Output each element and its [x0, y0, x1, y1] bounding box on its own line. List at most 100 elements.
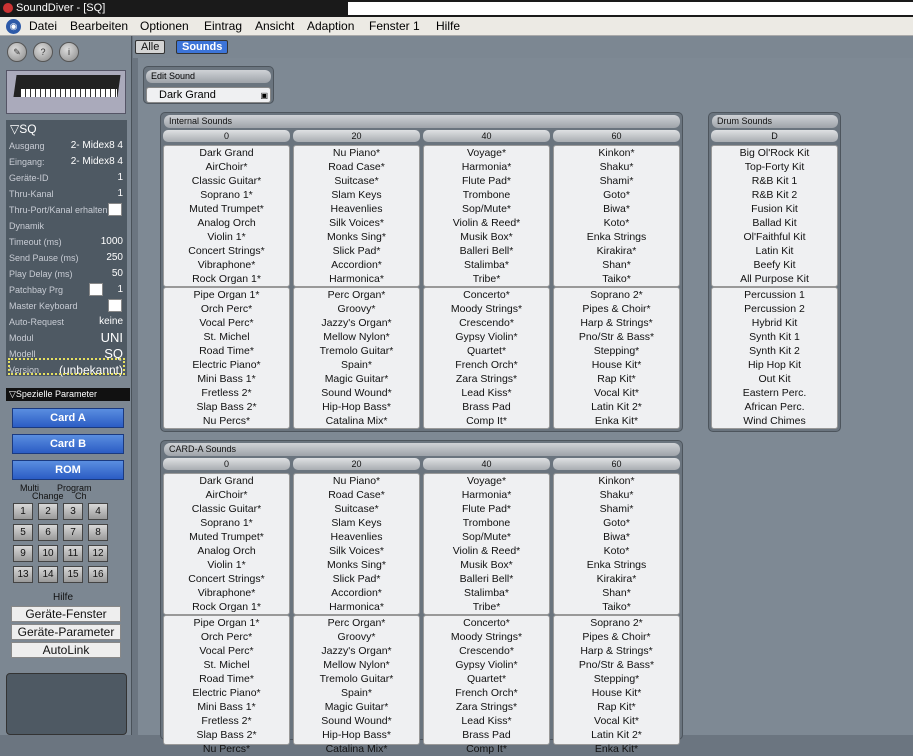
- sound-slot[interactable]: Pipe Organ 1*: [164, 616, 289, 630]
- sound-slot[interactable]: Perc Organ*: [294, 288, 419, 302]
- menu-fenster[interactable]: Fenster 1: [369, 17, 420, 36]
- sound-slot[interactable]: Magic Guitar*: [294, 372, 419, 386]
- sound-slot[interactable]: Spain*: [294, 686, 419, 700]
- drum-slot[interactable]: Fusion Kit: [712, 202, 837, 216]
- sound-slot[interactable]: Stepping*: [554, 672, 679, 686]
- sound-slot[interactable]: Fretless 2*: [164, 386, 289, 400]
- channel-button[interactable]: 5: [13, 524, 33, 541]
- param-checkbox[interactable]: [108, 299, 122, 312]
- sound-slot[interactable]: Groovy*: [294, 630, 419, 644]
- drum-slot[interactable]: Out Kit: [712, 372, 837, 386]
- sound-slot[interactable]: Harp & Strings*: [554, 644, 679, 658]
- sound-slot[interactable]: Kirakira*: [554, 244, 679, 258]
- sound-slot[interactable]: Dark Grand: [164, 474, 289, 488]
- sound-slot[interactable]: Pno/Str & Bass*: [554, 658, 679, 672]
- app-logo-icon[interactable]: ◉: [6, 19, 21, 34]
- param-value[interactable]: keine: [99, 315, 123, 329]
- channel-button[interactable]: 8: [88, 524, 108, 541]
- sound-slot[interactable]: Slam Keys: [294, 188, 419, 202]
- sound-slot[interactable]: Comp It*: [424, 414, 549, 428]
- param-row[interactable]: Master Keyboard: [9, 299, 125, 313]
- param-value[interactable]: 2- Midex8 4: [71, 155, 123, 169]
- drum-slot[interactable]: Top-Forty Kit: [712, 160, 837, 174]
- param-row[interactable]: Modul UNI: [9, 331, 125, 345]
- drum-slot[interactable]: Percussion 2: [712, 302, 837, 316]
- sound-slot[interactable]: Violin & Reed*: [424, 544, 549, 558]
- sound-slot[interactable]: Tremolo Guitar*: [294, 344, 419, 358]
- sound-slot[interactable]: Lead Kiss*: [424, 714, 549, 728]
- sound-slot[interactable]: Slick Pad*: [294, 572, 419, 586]
- sound-slot[interactable]: Silk Voices*: [294, 544, 419, 558]
- sound-slot[interactable]: Accordion*: [294, 586, 419, 600]
- sound-slot[interactable]: Rap Kit*: [554, 372, 679, 386]
- sound-slot[interactable]: Harmonia*: [424, 488, 549, 502]
- param-value[interactable]: UNI: [101, 331, 123, 345]
- param-checkbox[interactable]: [108, 203, 122, 216]
- sound-slot[interactable]: Concert Strings*: [164, 572, 289, 586]
- tab-sounds[interactable]: Sounds: [176, 40, 229, 54]
- param-row[interactable]: Thru-Port/Kanal erhalten: [9, 203, 125, 217]
- param-row[interactable]: Ausgang 2- Midex8 4: [9, 139, 125, 153]
- drum-slot[interactable]: R&B Kit 2: [712, 188, 837, 202]
- sound-slot[interactable]: Vocal Kit*: [554, 714, 679, 728]
- sound-slot[interactable]: Tremolo Guitar*: [294, 672, 419, 686]
- sound-slot[interactable]: Orch Perc*: [164, 302, 289, 316]
- sound-slot[interactable]: Slap Bass 2*: [164, 400, 289, 414]
- sound-slot[interactable]: Muted Trumpet*: [164, 530, 289, 544]
- param-row[interactable]: Geräte-ID 1: [9, 171, 125, 185]
- sound-slot[interactable]: Enka Kit*: [554, 742, 679, 756]
- sound-slot[interactable]: Enka Strings: [554, 558, 679, 572]
- sound-slot[interactable]: French Orch*: [424, 686, 549, 700]
- param-value[interactable]: 1: [117, 171, 123, 185]
- sound-slot[interactable]: Taiko*: [554, 272, 679, 286]
- channel-button[interactable]: 12: [88, 545, 108, 562]
- sound-slot[interactable]: Pno/Str & Bass*: [554, 330, 679, 344]
- channel-button[interactable]: 9: [13, 545, 33, 562]
- sound-slot[interactable]: Jazzy's Organ*: [294, 316, 419, 330]
- sound-slot[interactable]: Slam Keys: [294, 516, 419, 530]
- sound-slot[interactable]: Nu Percs*: [164, 742, 289, 756]
- param-value[interactable]: 1: [117, 283, 123, 297]
- sound-slot[interactable]: Musik Box*: [424, 558, 549, 572]
- sound-slot[interactable]: Taiko*: [554, 600, 679, 614]
- sound-slot[interactable]: Spain*: [294, 358, 419, 372]
- param-value[interactable]: 1: [117, 187, 123, 201]
- sound-slot[interactable]: Electric Piano*: [164, 686, 289, 700]
- sound-slot[interactable]: Classic Guitar*: [164, 502, 289, 516]
- sound-slot[interactable]: Mini Bass 1*: [164, 700, 289, 714]
- sound-slot[interactable]: Gypsy Violin*: [424, 658, 549, 672]
- sound-slot[interactable]: Nu Piano*: [294, 146, 419, 160]
- sound-slot[interactable]: Magic Guitar*: [294, 700, 419, 714]
- card-a-button[interactable]: Card A: [12, 408, 124, 428]
- sound-slot[interactable]: Vibraphone*: [164, 586, 289, 600]
- sound-slot[interactable]: Shaku*: [554, 160, 679, 174]
- drum-slot[interactable]: Ol'Faithful Kit: [712, 230, 837, 244]
- sound-slot[interactable]: Orch Perc*: [164, 630, 289, 644]
- channel-button[interactable]: 3: [63, 503, 83, 520]
- sound-slot[interactable]: Mellow Nylon*: [294, 330, 419, 344]
- param-value[interactable]: 50: [112, 267, 123, 281]
- sound-slot[interactable]: Shami*: [554, 502, 679, 516]
- device-name[interactable]: ▽SQ: [10, 122, 37, 136]
- channel-button[interactable]: 1: [13, 503, 33, 520]
- sound-slot[interactable]: St. Michel: [164, 658, 289, 672]
- sound-slot[interactable]: Kinkon*: [554, 474, 679, 488]
- drum-slot[interactable]: Hybrid Kit: [712, 316, 837, 330]
- info-tool-icon[interactable]: i: [59, 42, 79, 62]
- sound-slot[interactable]: Violin 1*: [164, 558, 289, 572]
- channel-button[interactable]: 2: [38, 503, 58, 520]
- param-checkbox[interactable]: [89, 283, 103, 296]
- sound-slot[interactable]: Classic Guitar*: [164, 174, 289, 188]
- sound-slot[interactable]: Accordion*: [294, 258, 419, 272]
- sound-slot[interactable]: Electric Piano*: [164, 358, 289, 372]
- sound-slot[interactable]: Moody Strings*: [424, 630, 549, 644]
- sound-slot[interactable]: Soprano 1*: [164, 516, 289, 530]
- edit-sound-field[interactable]: Dark Grand ▣: [146, 87, 271, 103]
- sound-slot[interactable]: Pipes & Choir*: [554, 302, 679, 316]
- param-row[interactable]: Dynamik: [9, 219, 125, 233]
- drum-slot[interactable]: All Purpose Kit: [712, 272, 837, 286]
- sound-slot[interactable]: Monks Sing*: [294, 558, 419, 572]
- sound-slot[interactable]: Flute Pad*: [424, 502, 549, 516]
- sound-slot[interactable]: Harmonica*: [294, 272, 419, 286]
- sound-slot[interactable]: Analog Orch: [164, 544, 289, 558]
